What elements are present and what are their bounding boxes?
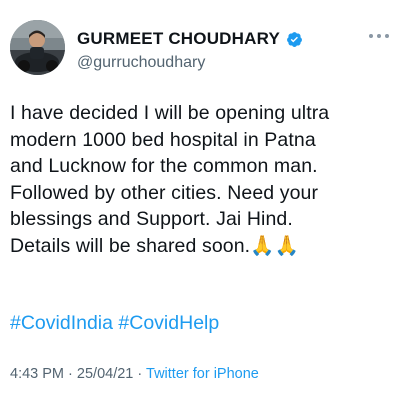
meta-separator: · bbox=[68, 366, 73, 382]
author-handle[interactable]: @gurruchoudhary bbox=[77, 54, 205, 72]
tweet-card: GURMEET CHOUDHARY @gurruchoudhary I have… bbox=[0, 0, 400, 400]
tweet-source-link[interactable]: Twitter for iPhone bbox=[146, 366, 259, 382]
meta-separator: · bbox=[137, 366, 143, 382]
hashtag-link[interactable]: #CovidIndia bbox=[10, 312, 113, 334]
more-options-icon[interactable] bbox=[368, 28, 390, 46]
tweet-body: I have decided I will be opening ultra m… bbox=[10, 102, 330, 257]
avatar[interactable] bbox=[10, 20, 65, 75]
hashtag-link[interactable]: #CovidHelp bbox=[118, 312, 219, 334]
tweet-meta: 4:43 PM · 25/04/21 · Twitter for iPhone bbox=[10, 366, 259, 382]
verified-badge-icon bbox=[286, 31, 303, 48]
tweet-hashtags: #CovidIndia #CovidHelp bbox=[10, 310, 219, 336]
tweet-date[interactable]: 25/04/21 bbox=[77, 366, 133, 382]
tweet-time[interactable]: 4:43 PM bbox=[10, 366, 64, 382]
author-display-name[interactable]: GURMEET CHOUDHARY bbox=[77, 29, 280, 49]
author-name-row[interactable]: GURMEET CHOUDHARY bbox=[77, 28, 303, 50]
profile-photo-icon bbox=[10, 20, 65, 75]
